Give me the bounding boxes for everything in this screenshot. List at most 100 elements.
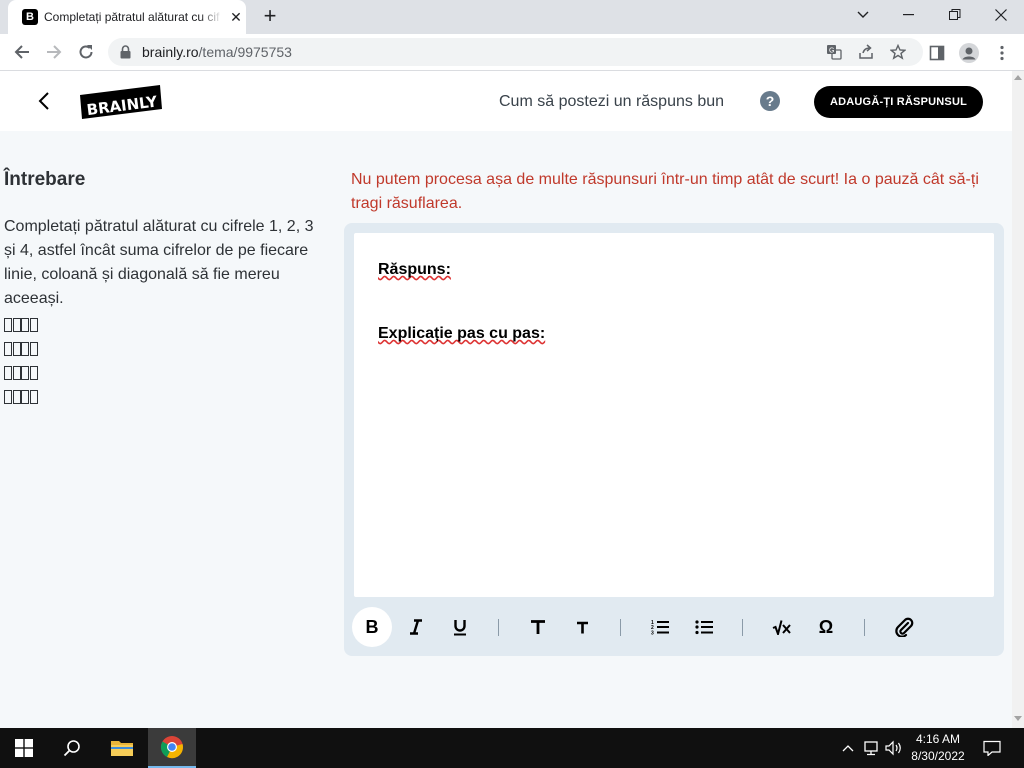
- address-bar[interactable]: brainly.ro/tema/9975753 G: [108, 38, 923, 66]
- italic-button[interactable]: [396, 607, 436, 647]
- back-nav-button[interactable]: [8, 38, 36, 66]
- tab-close-icon[interactable]: ✕: [227, 8, 245, 26]
- chevron-up-icon: [842, 745, 854, 752]
- side-panel-icon[interactable]: [926, 42, 948, 64]
- grid-cell: [21, 318, 29, 332]
- grid-row: [4, 313, 38, 337]
- arrow-left-icon: [14, 45, 29, 59]
- brainly-logo[interactable]: BRAINLY: [80, 85, 162, 119]
- system-clock[interactable]: 4:16 AM 8/30/2022: [906, 731, 970, 765]
- search-icon: [63, 740, 80, 757]
- rate-limit-error: Nu putem procesa așa de multe răspunsuri…: [351, 171, 979, 212]
- paperclip-icon: [895, 617, 914, 637]
- bold-button[interactable]: B: [352, 607, 392, 647]
- url-host: brainly.ro: [142, 44, 199, 60]
- lock-icon: [120, 45, 131, 59]
- minimize-button[interactable]: [886, 0, 932, 30]
- tab-search-button[interactable]: [840, 0, 886, 30]
- close-window-button[interactable]: [978, 0, 1024, 30]
- math-formula-button[interactable]: [762, 607, 802, 647]
- underline-button[interactable]: [440, 607, 480, 647]
- bold-icon: B: [365, 616, 379, 637]
- back-button[interactable]: [32, 89, 56, 113]
- folder-icon: [111, 741, 133, 756]
- svg-text:G: G: [829, 48, 834, 55]
- grid-cell: [4, 366, 12, 380]
- chevron-left-icon: [38, 92, 49, 110]
- file-explorer-button[interactable]: [98, 728, 146, 768]
- url-path: /tema/9975753: [198, 44, 292, 60]
- profile-avatar-icon[interactable]: [958, 42, 980, 64]
- chrome-icon: [160, 736, 183, 759]
- italic-icon: [410, 619, 422, 635]
- grid-cell: [21, 366, 29, 380]
- translate-icon[interactable]: G: [824, 42, 844, 62]
- browser-menu-icon[interactable]: [991, 42, 1013, 64]
- share-icon[interactable]: [856, 42, 876, 62]
- reload-icon: [79, 45, 93, 59]
- square-root-icon: [772, 620, 791, 635]
- grid-row: [4, 361, 38, 385]
- windows-taskbar: 4:16 AM 8/30/2022: [0, 728, 1024, 768]
- browser-toolbar: brainly.ro/tema/9975753 G: [0, 34, 1024, 71]
- grid-row: [4, 385, 38, 409]
- special-symbol-button[interactable]: Ω: [806, 607, 846, 647]
- grid-cell: [12, 366, 21, 380]
- ordered-list-icon: 123: [651, 620, 669, 636]
- brainly-favicon-icon: B: [22, 9, 38, 25]
- grid-cell: [21, 342, 29, 356]
- toolbar-divider: [620, 619, 621, 636]
- toolbar-divider: [864, 619, 865, 636]
- grid-cell: [12, 342, 21, 356]
- restore-button[interactable]: [932, 0, 978, 30]
- add-answer-button[interactable]: ADAUGĂ-ȚI RĂSPUNSUL: [814, 86, 983, 118]
- notifications-icon[interactable]: [982, 738, 1002, 758]
- unordered-list-icon: [695, 620, 713, 635]
- windows-logo-icon: [15, 739, 33, 757]
- answer-editor[interactable]: Răspuns: Explicație pas cu pas:: [354, 233, 994, 597]
- attachment-button[interactable]: [884, 607, 924, 647]
- scroll-up-arrow-icon[interactable]: [1014, 75, 1022, 80]
- toolbar-divider: [742, 619, 743, 636]
- start-button[interactable]: [0, 728, 48, 768]
- page-content: BRAINLY Cum să postezi un răspuns bun ? …: [0, 71, 1012, 728]
- grid-cell: [29, 390, 38, 404]
- heading-large-button[interactable]: [518, 607, 558, 647]
- toolbar-divider: [498, 619, 499, 636]
- forward-nav-button[interactable]: [40, 38, 68, 66]
- arrow-right-icon: [47, 45, 62, 59]
- scroll-down-arrow-icon[interactable]: [1014, 716, 1022, 721]
- heading-small-icon: [576, 621, 588, 633]
- grid-cell: [12, 318, 21, 332]
- bookmark-star-icon[interactable]: [888, 42, 908, 62]
- howto-link[interactable]: Cum să postezi un răspuns bun: [499, 92, 724, 112]
- ordered-list-button[interactable]: 123: [640, 607, 680, 647]
- help-icon[interactable]: ?: [760, 91, 780, 111]
- browser-tab[interactable]: B Completați pătratul alăturat cu cifrel…: [8, 0, 246, 34]
- grid-row: [4, 337, 38, 361]
- clock-time: 4:16 AM: [915, 732, 961, 746]
- heading-small-button[interactable]: [562, 607, 602, 647]
- network-icon[interactable]: [861, 738, 881, 758]
- new-tab-button[interactable]: +: [258, 5, 282, 29]
- tab-title: Completați pătratul alăturat cu cifrele …: [44, 10, 220, 24]
- grid-cell: [29, 318, 38, 332]
- clock-date: 8/30/2022: [911, 749, 965, 763]
- close-icon: [995, 9, 1007, 21]
- browser-tabstrip: B Completați pătratul alăturat cu cifrel…: [0, 0, 1024, 34]
- grid-cell: [4, 390, 12, 404]
- question-body: Completați pătratul alăturat cu cifrele …: [4, 218, 314, 307]
- chrome-taskbar-button[interactable]: [148, 728, 196, 768]
- show-hidden-icons-button[interactable]: [838, 738, 858, 758]
- volume-icon[interactable]: [884, 738, 904, 758]
- question-heading: Întrebare: [4, 169, 86, 190]
- svg-text:3: 3: [651, 631, 654, 636]
- heading-large-icon: [531, 620, 545, 634]
- unordered-list-button[interactable]: [684, 607, 724, 647]
- reload-button[interactable]: [72, 38, 100, 66]
- chevron-down-icon: [857, 11, 869, 18]
- search-button[interactable]: [48, 728, 96, 768]
- page-scrollbar[interactable]: [1012, 71, 1024, 728]
- url-text: brainly.ro/tema/9975753: [142, 44, 292, 60]
- grid-cell: [4, 318, 12, 332]
